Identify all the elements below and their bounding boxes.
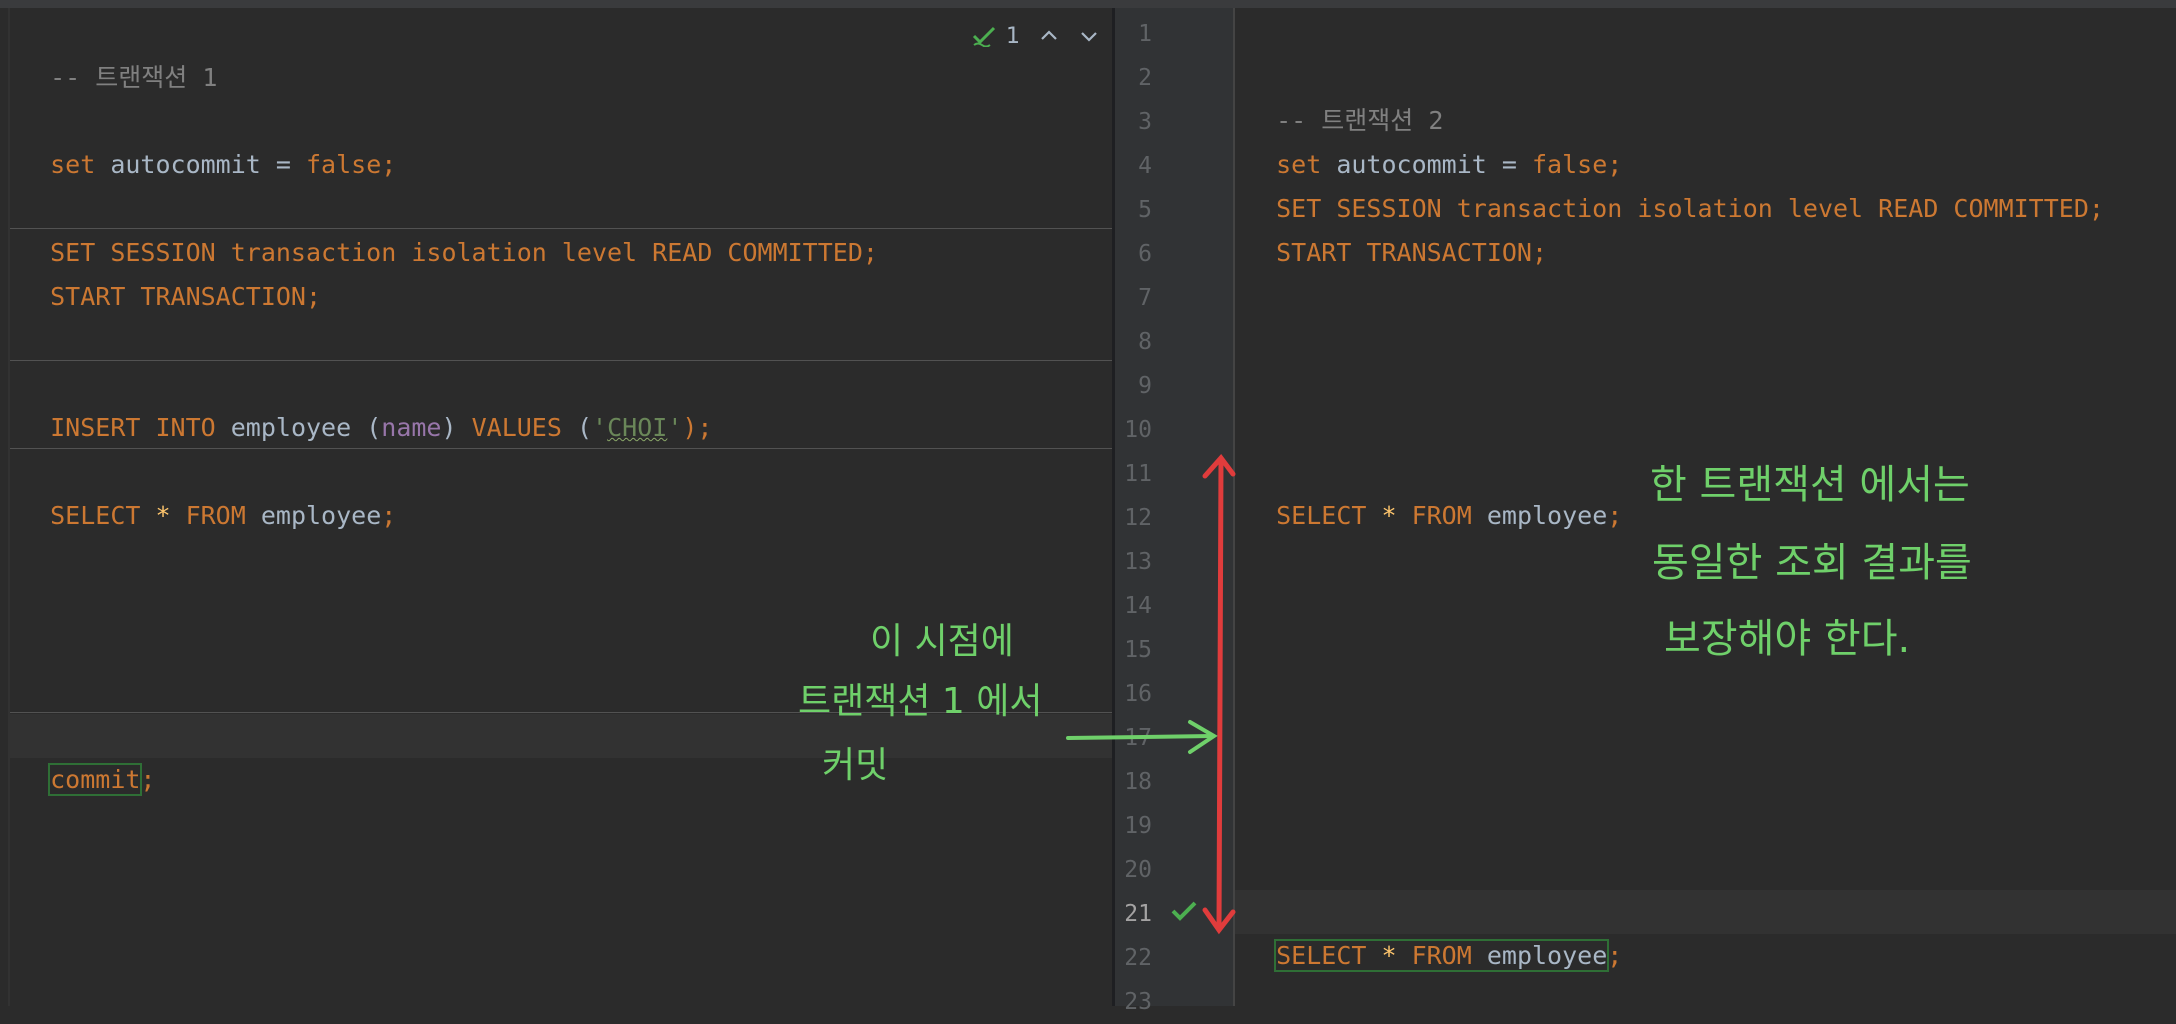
right-annotation-line: 한 트랜잭션 에서는 — [1650, 462, 1970, 508]
right-annotation-line: 동일한 조회 결과를 — [1652, 540, 1972, 586]
double-arrow-vertical — [1216, 457, 1224, 931]
left-annotation-line: 트랜잭션 1 에서 — [798, 681, 1043, 722]
right-annotation-line: 보장해야 한다. — [1664, 616, 1911, 662]
commit-arrow — [1066, 734, 1214, 740]
left-annotation-line: 이 시점에 — [870, 621, 1014, 662]
left-annotation-line: 커밋 — [822, 745, 889, 786]
